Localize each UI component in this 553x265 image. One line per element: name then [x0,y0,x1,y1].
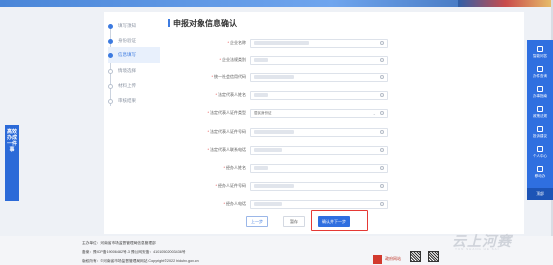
field-agent-id-number: *经办人证件号码 [170,181,470,191]
field-credit-code: *统一社会信用代码 [170,72,470,82]
footer-sponsor: 主办单位：河南省市场监督管理局信息管理部 [82,241,156,245]
field-label: *法定代表人证件号码 [207,129,246,134]
gov-site-label: 政府网站 [385,256,401,261]
mail-icon [537,126,543,132]
field-label: *经办人姓名 [223,165,246,170]
field-company-type: *企业法规类别 [170,55,470,65]
credit-code-input[interactable] [250,72,388,82]
company-type-input[interactable] [250,55,388,65]
brand-watermark-sub: YUN SHANG HE SAI [455,247,500,251]
top-banner [0,0,553,7]
chevron-down-icon[interactable]: ⌄ [373,110,376,117]
field-label: *统一社会信用代码 [211,74,246,79]
step-dot [108,38,113,44]
step-dot [108,83,113,89]
field-legal-rep-id-type: *法定代表人证件类型 居民身份证 ⌄ [170,108,470,118]
nav-policy[interactable]: 政策法规 [527,104,553,122]
clear-icon[interactable] [380,184,384,188]
step-dot [108,23,113,29]
clear-icon[interactable] [380,166,384,170]
nav-user-center[interactable]: 个人中心 [527,144,553,162]
law-icon [537,106,543,112]
qr-code-icon [428,251,439,262]
clear-icon[interactable] [380,130,384,134]
legal-rep-name-input[interactable] [250,90,388,100]
save-draft-button[interactable]: 暂存 [283,216,305,227]
guide-icon [537,86,543,92]
step-dot [108,68,113,74]
step-dot [108,98,113,104]
back-to-top-button[interactable]: 顶部 [527,188,553,200]
field-label: *法定代表人姓名 [215,92,246,97]
legal-rep-phone-input[interactable] [250,145,388,155]
page-title: 申报对象信息确认 [173,19,237,28]
field-label: *法定代表人证件类型 [207,110,246,115]
step-dot [108,52,113,58]
step-materials: 材料上传 [108,78,160,94]
field-company-name: *企业名称 [170,38,470,48]
highlight-box [311,210,368,231]
legal-rep-id-number-input[interactable] [250,127,388,137]
qr-code-icon [410,251,421,262]
field-label: *经办人证件号码 [215,183,246,188]
field-legal-rep-id-number: *法定代表人证件号码 [170,127,470,137]
field-legal-rep-phone: *法定代表人联系电话 [170,145,470,155]
field-label: *企业名称 [227,40,246,45]
clear-icon[interactable] [380,41,384,45]
step-scenario: 情境选择 [108,63,160,79]
step-notice: 填写须知 [108,18,160,34]
agent-phone-input[interactable] [250,199,388,209]
field-label: *企业法规类别 [219,57,246,62]
prev-step-button[interactable]: 上一步 [246,216,268,227]
footer-icp: 备案：豫ICP备19006482号-3 豫公网安备：41010502003436… [82,250,186,254]
banner-image [458,0,553,7]
clear-icon[interactable] [380,111,384,115]
clear-icon[interactable] [380,93,384,97]
clear-icon[interactable] [380,148,384,152]
nav-complaint[interactable]: 投诉建议 [527,124,553,142]
footer-copyright: 版权所有：©河南省市场监督管理局网站 Copyright©2022 hiduhx… [82,259,199,263]
step-result: 审核结果 [108,93,160,109]
user-icon [537,146,543,152]
agent-name-input[interactable] [250,163,388,173]
nav-guide[interactable]: 办事指南 [527,84,553,102]
field-legal-rep-name: *法定代表人姓名 [170,90,470,100]
chat-icon [537,46,543,52]
field-agent-phone: *经办人电话 [170,199,470,209]
nav-smart-qa[interactable]: 智能问答 [527,44,553,62]
legal-rep-id-type-select[interactable]: 居民身份证 ⌄ [250,108,388,118]
field-label: *经办人电话 [223,201,246,206]
field-agent-name: *经办人姓名 [170,163,470,173]
clear-icon[interactable] [380,75,384,79]
doc-icon [537,66,543,72]
right-service-nav: 智能问答 办件查询 办事指南 政策法规 投诉建议 个人中心 移动办 顶部 [527,40,553,200]
field-label: *法定代表人联系电话 [207,147,246,152]
company-name-input[interactable] [250,38,388,48]
gov-site-badge[interactable] [373,255,382,264]
clear-icon[interactable] [380,202,384,206]
step-info: 信息填写 [108,47,160,63]
agent-id-number-input[interactable] [250,181,388,191]
efficiency-float-banner[interactable]: 高效 办成 一件事 [5,125,19,201]
nav-mobile[interactable]: 移动办 [527,164,553,182]
title-accent [168,19,170,27]
clear-icon[interactable] [380,58,384,62]
phone-icon [537,166,543,172]
nav-case-query[interactable]: 办件查询 [527,64,553,82]
